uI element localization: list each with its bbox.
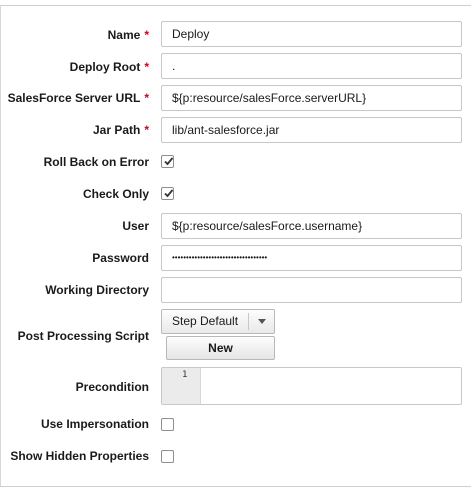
line-number: 1 bbox=[182, 370, 188, 380]
user-label: User bbox=[122, 219, 149, 233]
working-directory-input[interactable] bbox=[161, 277, 462, 303]
checkmark-icon bbox=[164, 157, 174, 166]
impersonation-checkbox[interactable] bbox=[161, 418, 174, 431]
password-input[interactable]: •••••••••••••••••••••••••••••••••• bbox=[161, 245, 462, 271]
top-divider bbox=[0, 5, 471, 6]
impersonation-label: Use Impersonation bbox=[40, 417, 149, 431]
post-processing-selected: Step Default bbox=[172, 314, 239, 328]
precondition-editor[interactable]: 1 bbox=[161, 367, 462, 405]
working-directory-label: Working Directory bbox=[45, 283, 149, 297]
check-only-label: Check Only bbox=[82, 187, 149, 201]
server-url-label: SalesForce Server URL * bbox=[7, 91, 149, 105]
roll-back-label: Roll Back on Error bbox=[43, 155, 149, 169]
checkmark-icon bbox=[164, 189, 174, 198]
new-script-button[interactable]: New bbox=[166, 336, 275, 360]
required-marker: * bbox=[144, 123, 149, 137]
select-separator bbox=[248, 313, 249, 330]
password-label: Password bbox=[92, 251, 149, 265]
name-label: Name * bbox=[107, 28, 149, 42]
required-marker: * bbox=[144, 91, 149, 105]
precondition-label: Precondition bbox=[75, 380, 149, 394]
deploy-root-input[interactable]: . bbox=[161, 53, 462, 79]
required-marker: * bbox=[144, 28, 149, 42]
editor-gutter: 1 bbox=[162, 368, 201, 404]
chevron-down-icon bbox=[258, 319, 266, 324]
hidden-properties-checkbox[interactable] bbox=[161, 450, 174, 463]
deploy-root-label: Deploy Root * bbox=[69, 60, 149, 74]
check-only-checkbox[interactable] bbox=[161, 187, 174, 200]
user-input[interactable]: ${p:resource/salesForce.username} bbox=[161, 213, 462, 239]
post-processing-label: Post Processing Script bbox=[17, 329, 149, 343]
left-divider bbox=[0, 5, 1, 486]
jar-path-input[interactable]: lib/ant-salesforce.jar bbox=[161, 117, 462, 143]
bottom-divider bbox=[0, 486, 471, 487]
server-url-input[interactable]: ${p:resource/salesForce.serverURL} bbox=[161, 85, 462, 111]
name-input[interactable]: Deploy bbox=[161, 21, 462, 47]
jar-path-label: Jar Path * bbox=[92, 123, 149, 137]
roll-back-checkbox[interactable] bbox=[161, 155, 174, 168]
post-processing-select[interactable]: Step Default bbox=[161, 309, 275, 334]
hidden-properties-label: Show Hidden Properties bbox=[10, 449, 149, 463]
required-marker: * bbox=[144, 60, 149, 74]
